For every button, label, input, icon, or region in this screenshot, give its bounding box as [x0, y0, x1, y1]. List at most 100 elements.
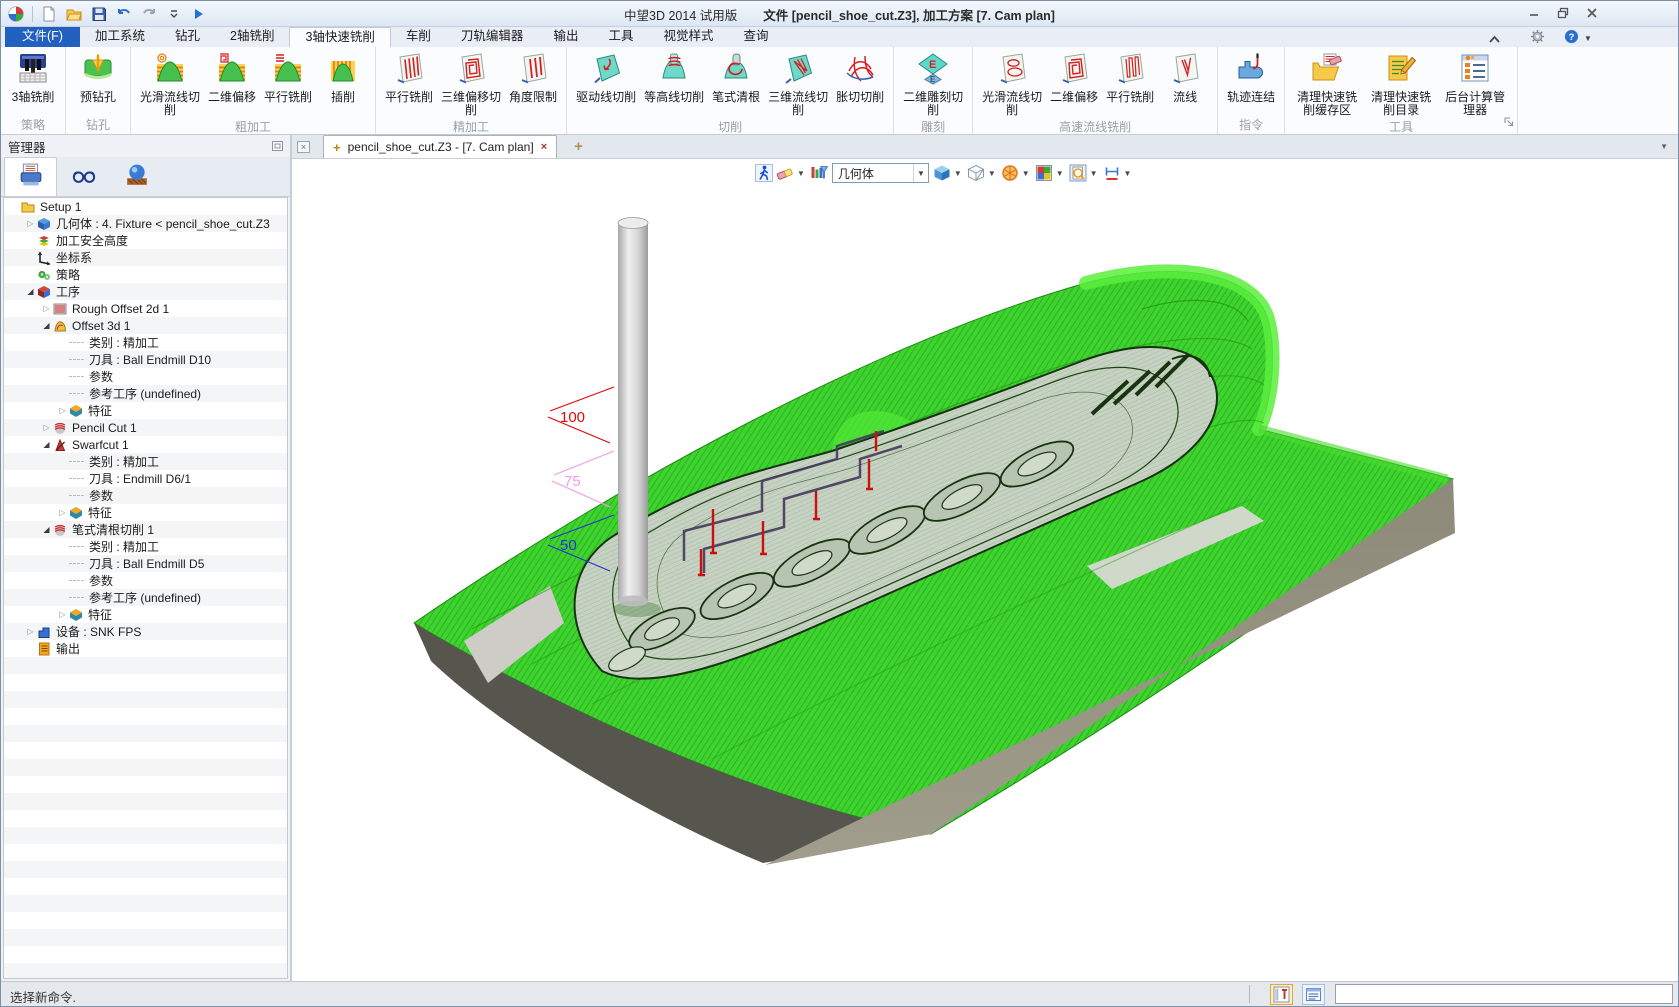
ribbon-button-rough-parallel[interactable]: 平行铣削 [260, 49, 316, 106]
ribbon-button-clean-buffer[interactable]: 清理快速铣削缓存区 [1290, 49, 1364, 119]
menu-tab-9[interactable]: 视觉样式 [648, 27, 728, 47]
cam-3d-scene[interactable]: 100 75 50 [292, 159, 1678, 981]
collapse-arrow-icon[interactable]: ▷ [24, 627, 37, 636]
menu-tab-3[interactable]: 2轴铣削 [215, 27, 289, 47]
restore-icon[interactable] [1555, 6, 1571, 20]
tree-row[interactable]: 刀具 : Ball Endmill D10 [4, 351, 287, 368]
tree-row[interactable]: ▷特征 [4, 606, 287, 623]
ribbon-button-path-link[interactable]: 轨迹连结 [1223, 49, 1279, 106]
menu-tab-1[interactable]: 加工系统 [80, 27, 160, 47]
ribbon-button-cut-bulge[interactable]: 胀切切削 [832, 49, 888, 106]
close-icon[interactable] [1584, 6, 1600, 20]
ribbon-button-rough-offset2d[interactable]: 二维偏移 [204, 49, 260, 106]
tree-row[interactable]: 刀具 : Ball Endmill D5 [4, 555, 287, 572]
eraser-icon-dropdown[interactable]: ▼ [797, 169, 805, 178]
ribbon-button-hsm-offset2d[interactable]: 二维偏移 [1046, 49, 1102, 106]
expand-arrow-icon[interactable]: ◢ [40, 321, 53, 330]
open-file-icon[interactable] [65, 5, 83, 23]
panel-restore-icon[interactable] [272, 141, 283, 151]
ribbon-button-clean-dir[interactable]: 清理快速铣削目录 [1364, 49, 1438, 119]
tree-row[interactable]: ◢工序 [4, 283, 287, 300]
tree-row[interactable]: 类别 : 精加工 [4, 538, 287, 555]
tree-row[interactable]: ▷特征 [4, 402, 287, 419]
save-icon[interactable] [90, 5, 108, 23]
collapse-arrow-icon[interactable]: ▷ [24, 219, 37, 228]
ribbon-button-mill-3axis[interactable]: 3轴铣削 [6, 49, 60, 106]
help-dropdown-icon[interactable]: ▼ [1584, 34, 1592, 43]
zoom-page-icon-dropdown[interactable]: ▼ [1090, 169, 1098, 178]
collapse-arrow-icon[interactable]: ▷ [56, 610, 69, 619]
tree-row[interactable]: 加工安全高度 [4, 232, 287, 249]
tree-row[interactable]: 参数 [4, 572, 287, 589]
ribbon-button-cut-flow3d[interactable]: 三维流线切削 [764, 49, 832, 119]
menu-tab-7[interactable]: 输出 [538, 27, 593, 47]
tree-row[interactable]: 类别 : 精加工 [4, 453, 287, 470]
menu-tab-8[interactable]: 工具 [593, 27, 648, 47]
ribbon-button-finish-anglelimit[interactable]: 角度限制 [505, 49, 561, 106]
ribbon-button-hsm-parallel[interactable]: 平行铣削 [1102, 49, 1158, 106]
tree-row[interactable]: 类别 : 精加工 [4, 334, 287, 351]
qa-dropdown-icon[interactable] [165, 5, 183, 23]
command-input[interactable] [1335, 984, 1673, 1004]
verify-tab[interactable] [110, 157, 163, 196]
multicolor-icon-dropdown[interactable]: ▼ [1056, 169, 1064, 178]
filter-combobox[interactable]: 几何体▼ [832, 163, 929, 183]
ribbon-button-finish-offset3d[interactable]: 三维偏移切削 [437, 49, 505, 119]
tree-row[interactable]: ▷设备 : SNK FPS [4, 623, 287, 640]
walk-icon[interactable] [754, 163, 774, 183]
tree-row[interactable]: 参数 [4, 368, 287, 385]
tree-row[interactable]: ▷Pencil Cut 1 [4, 419, 287, 436]
document-tab-close-icon[interactable]: × [541, 141, 547, 153]
panel-close-icon[interactable]: × [297, 141, 310, 153]
ribbon-button-bg-manager[interactable]: 后台计算管理器 [1438, 49, 1512, 119]
expand-arrow-icon[interactable]: ◢ [40, 440, 53, 449]
tree-row[interactable]: ◢笔式清根切削 1 [4, 521, 287, 538]
expand-arrow-icon[interactable]: ◢ [24, 287, 37, 296]
ribbon-button-cut-pencilroot[interactable]: 笔式清根 [708, 49, 764, 106]
menu-tab-2[interactable]: 钻孔 [160, 27, 215, 47]
collapse-arrow-icon[interactable]: ▷ [40, 304, 53, 313]
eraser-icon[interactable] [775, 163, 795, 183]
ribbon-button-rough-plunge[interactable]: 插削 [316, 49, 370, 106]
collapse-arrow-icon[interactable]: ▷ [40, 423, 53, 432]
expand-arrow-icon[interactable]: ◢ [40, 525, 53, 534]
tree-row[interactable]: ▷Rough Offset 2d 1 [4, 300, 287, 317]
wire-cube-icon-dropdown[interactable]: ▼ [988, 169, 996, 178]
play-icon[interactable] [190, 5, 208, 23]
ribbon-button-predrill[interactable]: 预钻孔 [71, 49, 125, 106]
combobox-arrow-icon[interactable]: ▼ [913, 164, 928, 182]
color-filter-icon[interactable] [809, 163, 829, 183]
tree-row[interactable]: Setup 1 [4, 198, 287, 215]
gear-icon[interactable] [1530, 29, 1545, 49]
redo-icon[interactable] [140, 5, 158, 23]
tree-row[interactable]: 参考工序 (undefined) [4, 385, 287, 402]
visual-manager-tab[interactable] [57, 157, 110, 196]
ribbon-button-rough-smoothflow[interactable]: 光滑流线切削 [136, 49, 204, 119]
tree-row[interactable]: 输出 [4, 640, 287, 657]
measure-icon-dropdown[interactable]: ▼ [1124, 169, 1132, 178]
tree-row[interactable]: 参考工序 (undefined) [4, 589, 287, 606]
help-icon[interactable]: ? [1564, 29, 1579, 49]
ribbon-button-hsm-flowline[interactable]: 流线 [1158, 49, 1212, 106]
tree-row[interactable]: ▷特征 [4, 504, 287, 521]
dialog-launcher-icon[interactable] [1504, 114, 1514, 132]
document-tab[interactable]: + pencil_shoe_cut.Z3 - [7. Cam plan] × [323, 135, 557, 158]
collapse-arrow-icon[interactable]: ▷ [56, 508, 69, 517]
tree-row[interactable]: 坐标系 [4, 249, 287, 266]
wheel-icon-dropdown[interactable]: ▼ [1022, 169, 1030, 178]
ribbon-button-hsm-smoothflow[interactable]: 光滑流线切削 [978, 49, 1046, 119]
measure-icon[interactable] [1102, 163, 1122, 183]
menu-tab-file[interactable]: 文件(F) [5, 27, 80, 47]
input-mode-toggle-button[interactable] [1270, 984, 1293, 1005]
ribbon-button-engrave-2d[interactable]: EE二维雕刻切削 [899, 49, 967, 119]
tab-scroll-icon[interactable]: ▼ [1660, 142, 1668, 151]
minimize-icon[interactable] [1526, 6, 1542, 20]
ribbon-button-cut-driveline[interactable]: 驱动线切削 [572, 49, 640, 106]
tree-row[interactable]: ◢Offset 3d 1 [4, 317, 287, 334]
menu-tab-10[interactable]: 查询 [728, 27, 783, 47]
tree-row[interactable]: 刀具 : Endmill D6/1 [4, 470, 287, 487]
ribbon-button-cut-zlevel[interactable]: 等高线切削 [640, 49, 708, 106]
new-file-icon[interactable] [40, 5, 58, 23]
shaded-cube-icon[interactable] [932, 163, 952, 183]
viewport-3d[interactable]: ▼几何体▼▼▼▼▼▼▼ [292, 159, 1678, 981]
